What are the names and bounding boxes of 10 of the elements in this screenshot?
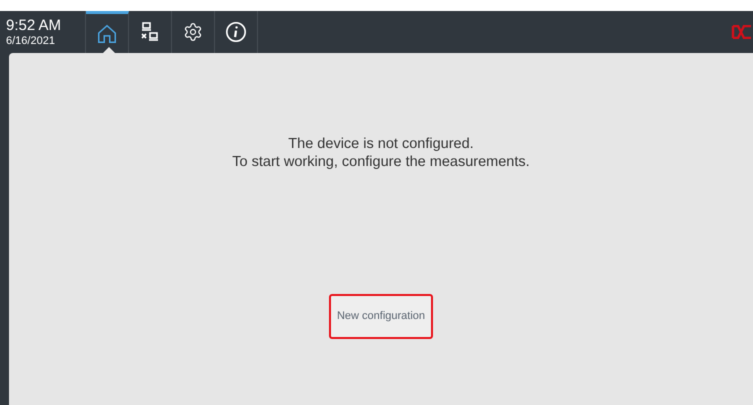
logo-icon (731, 25, 753, 39)
clock-date: 6/16/2021 (6, 34, 56, 48)
new-configuration-button[interactable]: New configuration (329, 294, 433, 339)
home-icon (96, 22, 118, 44)
info-icon (225, 21, 247, 43)
status-message: To start working, configure the measurements. (232, 153, 530, 171)
status-message: The device is not configured. (288, 135, 474, 153)
network-icon (140, 22, 160, 42)
clock-time: 9:52 AM (6, 16, 62, 34)
settings-icon (183, 22, 203, 42)
